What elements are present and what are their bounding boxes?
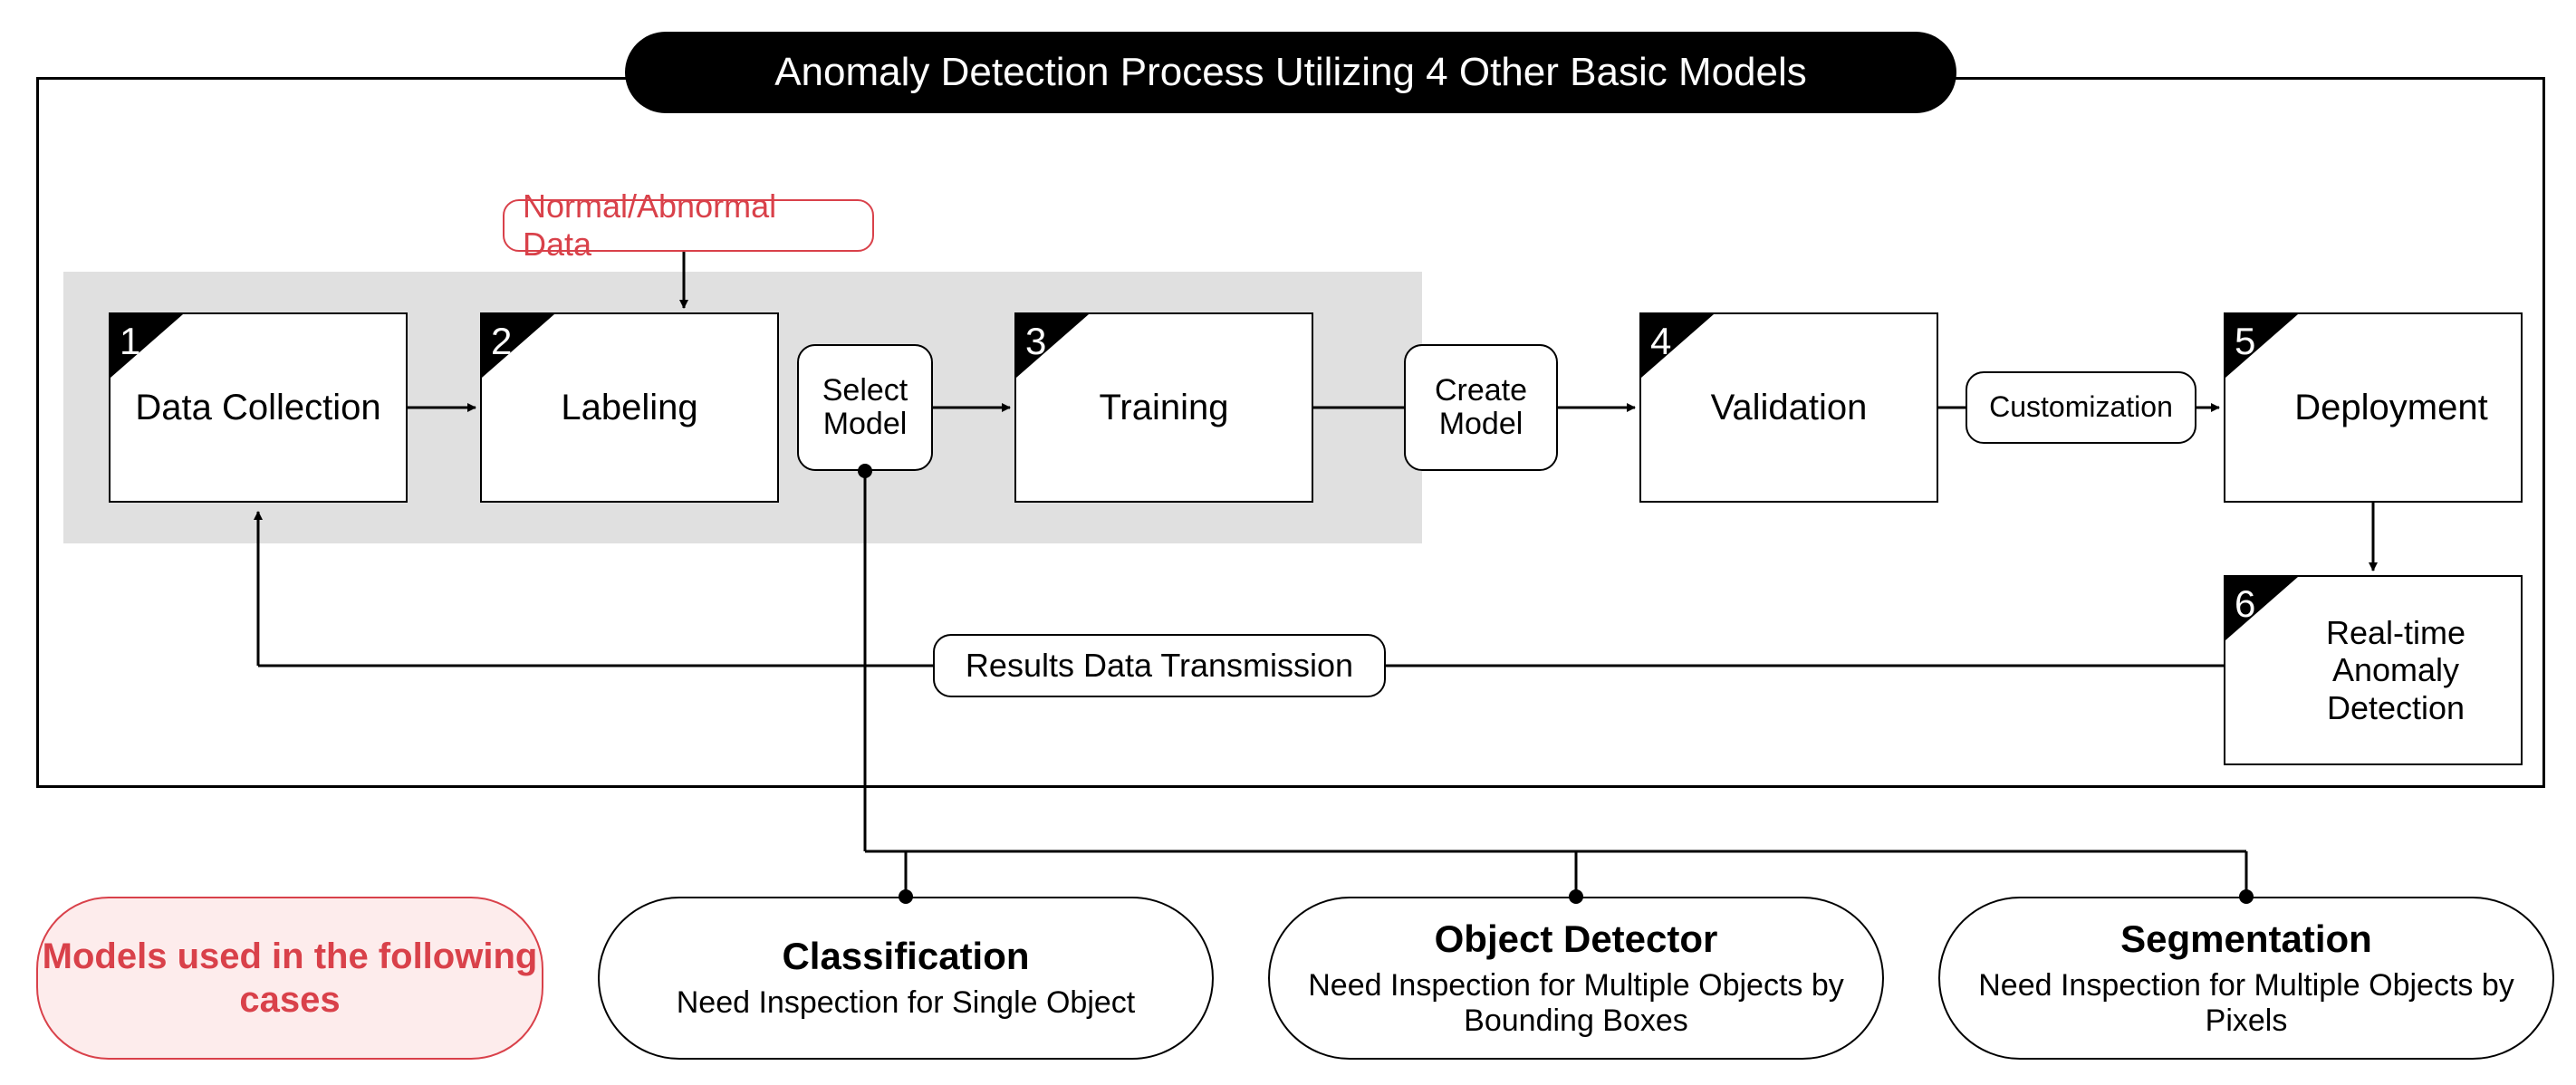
diagram-title-pill: Anomaly Detection Process Utilizing 4 Ot… bbox=[625, 32, 1956, 113]
step-number-5: 5 bbox=[2225, 314, 2298, 378]
annotation-text: Normal/Abnormal Data bbox=[523, 187, 854, 264]
step-label-2: Labeling bbox=[561, 387, 697, 428]
model-object-detector: Object Detector Need Inspection for Mult… bbox=[1268, 897, 1884, 1060]
model-classification-title: Classification bbox=[782, 935, 1029, 978]
connector-dot-select-model bbox=[858, 464, 872, 478]
results-transmission-label: Results Data Transmission bbox=[966, 648, 1353, 684]
step-label-3: Training bbox=[1099, 387, 1228, 428]
customization-label: Customization bbox=[1989, 391, 2173, 423]
step-number-6: 6 bbox=[2225, 577, 2298, 640]
model-classification: Classification Need Inspection for Singl… bbox=[598, 897, 1214, 1060]
step-validation: 4 Validation bbox=[1639, 312, 1938, 503]
create-model-box: Create Model bbox=[1404, 344, 1558, 471]
model-segmentation: Segmentation Need Inspection for Multipl… bbox=[1938, 897, 2554, 1060]
normal-abnormal-annotation: Normal/Abnormal Data bbox=[503, 199, 874, 252]
step-number-1: 1 bbox=[111, 314, 183, 378]
models-used-label: Models used in the following cases bbox=[38, 935, 542, 1022]
step-label-1: Data Collection bbox=[135, 387, 380, 428]
model-classification-sub: Need Inspection for Single Object bbox=[677, 985, 1136, 1021]
customization-box: Customization bbox=[1966, 371, 2196, 444]
select-model-box: Select Model bbox=[797, 344, 933, 471]
step-realtime-detection: 6 Real-time Anomaly Detection bbox=[2224, 575, 2523, 765]
step-label-4: Validation bbox=[1711, 387, 1868, 428]
diagram-title: Anomaly Detection Process Utilizing 4 Ot… bbox=[774, 50, 1807, 95]
model-segmentation-title: Segmentation bbox=[2120, 917, 2372, 961]
step-number-2: 2 bbox=[482, 314, 554, 378]
step-label-6: Real-time Anomaly Detection bbox=[2289, 614, 2503, 726]
step-label-5: Deployment bbox=[2294, 387, 2487, 428]
step-number-4: 4 bbox=[1641, 314, 1714, 378]
create-model-label: Create Model bbox=[1406, 374, 1556, 442]
model-segmentation-sub: Need Inspection for Multiple Objects by … bbox=[1967, 968, 2525, 1039]
results-transmission-box: Results Data Transmission bbox=[933, 634, 1386, 697]
connector-dot-object-detector bbox=[1569, 889, 1583, 904]
step-labeling: 2 Labeling bbox=[480, 312, 779, 503]
model-object-detector-title: Object Detector bbox=[1435, 917, 1718, 961]
step-training: 3 Training bbox=[1014, 312, 1313, 503]
connector-dot-segmentation bbox=[2239, 889, 2254, 904]
step-number-3: 3 bbox=[1016, 314, 1089, 378]
diagram-canvas: Anomaly Detection Process Utilizing 4 Ot… bbox=[0, 0, 2576, 1085]
step-deployment: 5 Deployment bbox=[2224, 312, 2523, 503]
connector-dot-classification bbox=[899, 889, 913, 904]
model-object-detector-sub: Need Inspection for Multiple Objects by … bbox=[1297, 968, 1855, 1039]
step-data-collection: 1 Data Collection bbox=[109, 312, 408, 503]
select-model-label: Select Model bbox=[799, 374, 931, 442]
models-used-label-pill: Models used in the following cases bbox=[36, 897, 543, 1060]
